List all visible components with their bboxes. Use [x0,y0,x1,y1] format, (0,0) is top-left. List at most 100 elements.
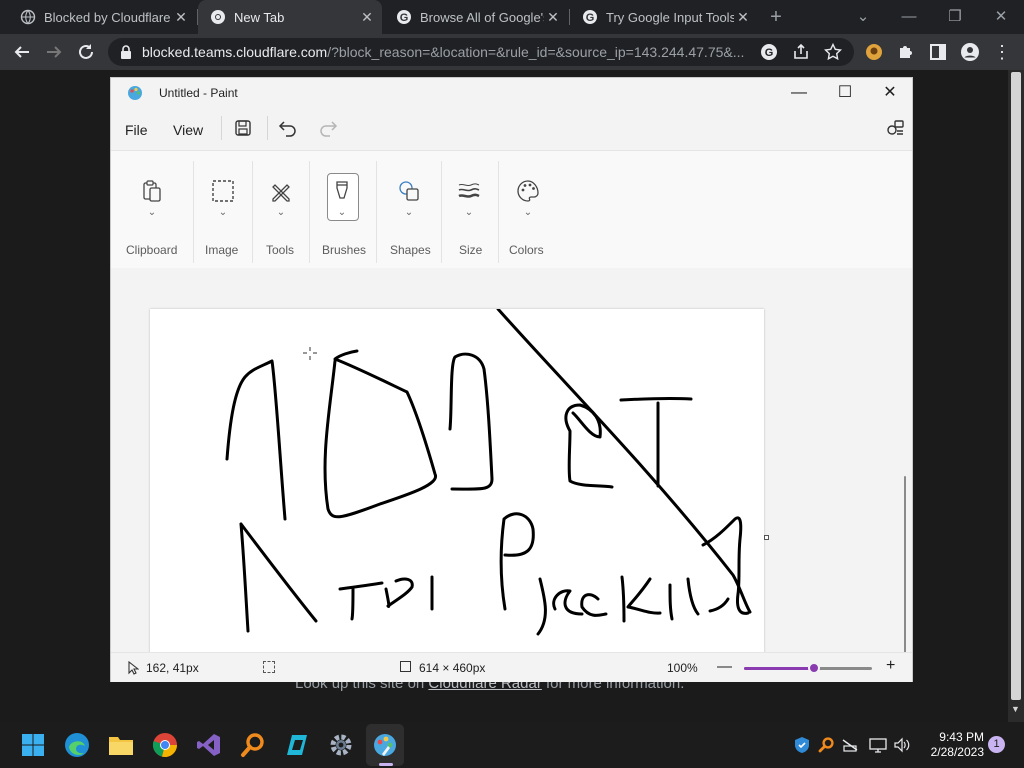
paint-status-bar: 162, 41px 614 × 460px 100% — + [111,652,912,682]
browser-toolbar: blocked.teams.cloudflare.com/?block_reas… [0,34,1024,70]
address-bar[interactable]: blocked.teams.cloudflare.com/?block_reas… [108,38,854,66]
canvas-resize-handle[interactable] [764,535,769,540]
chrome-menu-icon[interactable]: ⋮ [990,40,1014,64]
chevron-down-icon[interactable]: ⌄ [393,207,425,218]
line-size-icon[interactable] [453,175,485,207]
tab-new-tab[interactable]: New Tab ✕ [198,0,382,34]
ribbon-group-brushes[interactable]: ⌄ Brushes [310,151,376,269]
tab-blocked-cloudflare[interactable]: Blocked by Cloudflare Gateway ✕ [8,0,196,34]
undo-icon[interactable] [278,118,298,138]
zoom-slider-thumb[interactable] [808,662,821,674]
taskbar-edge[interactable] [62,730,92,760]
tab-google-products[interactable]: G Browse All of Google's Products ✕ [384,0,568,34]
system-clock[interactable]: 9:43 PM 2/28/2023 [922,730,984,760]
paint-minimize-icon[interactable]: — [785,82,813,104]
ribbon-group-image[interactable]: ⌄ Image [194,151,252,269]
profile-icon [961,43,979,61]
taskbar-visual-studio[interactable] [194,730,224,760]
extensions-button[interactable] [894,40,918,64]
url-path: /?block_reason=&location=&rule_id=&sourc… [327,44,745,60]
chevron-down-icon[interactable]: ⌄ [265,207,297,218]
save-icon[interactable] [234,119,252,137]
zoom-level: 100% [667,661,698,675]
tab-google-input-tools[interactable]: G Try Google Input Tools online ✕ [570,0,758,34]
redo-icon[interactable] [318,118,338,138]
brush-icon[interactable] [326,175,358,207]
share-icon[interactable] [792,43,810,61]
gear-icon [330,734,352,756]
ribbon-group-colors[interactable]: ⌄ Colors [499,151,559,269]
freehand-drawing [225,309,752,636]
file-menu[interactable]: File [125,122,148,138]
back-button[interactable] [10,40,34,64]
zoom-out-button[interactable]: — [717,658,732,675]
profile-button[interactable] [958,40,982,64]
taskbar-file-explorer[interactable] [106,730,136,760]
tab-title: New Tab [234,9,285,25]
ribbon-group-label: Size [459,243,483,257]
minimize-browser-icon[interactable]: — [898,6,920,28]
start-button[interactable] [18,730,48,760]
search-tool-tray-icon[interactable] [816,735,836,755]
scroll-down-arrow-icon[interactable]: ▼ [1011,704,1020,714]
taskbar-search-tool[interactable] [238,730,268,760]
paint-work-area [111,268,912,652]
lock-icon [121,45,131,59]
selection-icon[interactable] [207,175,239,207]
new-tab-button[interactable]: + [765,6,787,28]
close-tab-icon[interactable]: ✕ [358,9,376,26]
zoom-in-button[interactable]: + [886,657,895,675]
zoom-slider-fill [744,667,815,670]
network-disabled-icon[interactable] [840,735,860,755]
ribbon-group-size[interactable]: ⌄ Size [442,151,498,269]
ribbon-group-shapes[interactable]: ⌄ Shapes [377,151,441,269]
forward-button[interactable] [42,40,66,64]
clipboard-icon[interactable] [136,175,168,207]
close-tab-icon[interactable]: ✕ [544,9,562,26]
close-tab-icon[interactable]: ✕ [734,9,752,26]
paint-ribbon: ⌄ Clipboard ⌄ Image ⌄ Tools ⌄ Brushes ⌄ … [111,150,912,270]
layers-icon[interactable] [885,118,905,138]
taskbar-settings[interactable] [326,730,356,760]
paint-title-bar: Untitled - Paint — ☐ ✕ [111,78,912,108]
palette-icon[interactable] [512,175,544,207]
pencil-tools-icon[interactable] [265,175,297,207]
side-panel-button[interactable] [926,40,950,64]
reload-button[interactable] [74,40,98,64]
taskbar-app-blue[interactable] [282,730,312,760]
taskbar-paint[interactable] [370,730,400,760]
close-browser-icon[interactable]: ✕ [990,6,1012,28]
chevron-down-icon[interactable]: ⌄ [207,207,239,218]
page-scrollbar-thumb[interactable] [1011,72,1021,700]
folder-icon [109,737,133,755]
chevron-down-icon[interactable]: ⌄ [453,207,485,218]
menu-separator [221,116,222,140]
ribbon-group-tools[interactable]: ⌄ Tools [253,151,309,269]
close-tab-icon[interactable]: ✕ [172,9,190,26]
chevron-down-icon[interactable]: ⌄ [136,207,168,218]
notification-badge[interactable]: 1 [988,736,1005,753]
shapes-icon[interactable] [393,175,425,207]
tab-search-chevron-icon[interactable]: ⌄ [852,6,874,28]
display-icon[interactable] [868,735,888,755]
zoom-slider-track[interactable] [744,662,872,674]
chevron-down-icon[interactable]: ⌄ [512,207,544,218]
canvas-size: 614 × 460px [419,661,486,675]
google-lens-icon[interactable]: G [760,43,778,61]
chevron-down-icon[interactable]: ⌄ [326,207,358,218]
extension-button[interactable] [862,40,886,64]
taskbar-chrome[interactable] [150,730,180,760]
stroke-word-ty [338,575,434,621]
drawing-canvas[interactable] [150,309,764,652]
defender-shield-icon[interactable] [792,735,812,755]
ribbon-group-clipboard[interactable]: ⌄ Clipboard [111,151,193,269]
view-menu[interactable]: View [173,122,203,138]
paint-maximize-icon[interactable]: ☐ [831,82,859,104]
bookmark-star-icon[interactable] [824,43,842,61]
canvas-vertical-scrollbar[interactable] [904,476,906,652]
restore-browser-icon[interactable]: ❐ [944,6,966,28]
paint-close-icon[interactable]: ✕ [876,82,904,104]
volume-icon[interactable] [892,735,912,755]
paint-window-title: Untitled - Paint [159,86,238,100]
blue-app-icon [287,735,307,755]
